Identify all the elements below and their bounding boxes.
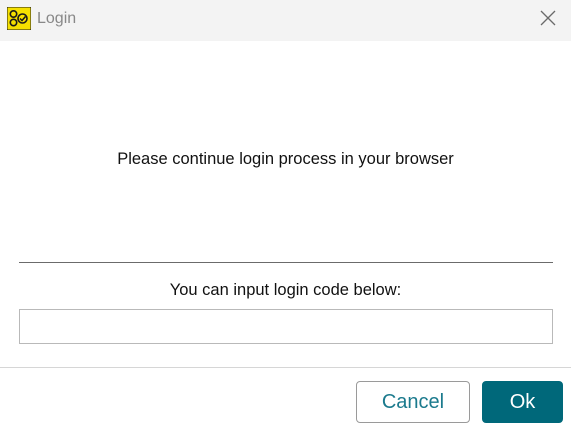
close-button[interactable]	[525, 0, 571, 41]
app-logo-icon	[6, 6, 32, 31]
cancel-button[interactable]: Cancel	[356, 381, 470, 423]
browser-login-message: Please continue login process in your br…	[117, 150, 454, 168]
ok-button[interactable]: Ok	[482, 381, 563, 423]
divider	[19, 262, 553, 263]
title-bar: Login	[0, 0, 571, 41]
footer-separator	[0, 367, 571, 368]
window-title: Login	[37, 10, 77, 27]
close-icon	[540, 10, 556, 31]
login-code-input[interactable]	[19, 309, 553, 344]
login-dialog: Login Please continue login process in y…	[0, 0, 571, 433]
login-code-label: You can input login code below:	[169, 281, 402, 299]
